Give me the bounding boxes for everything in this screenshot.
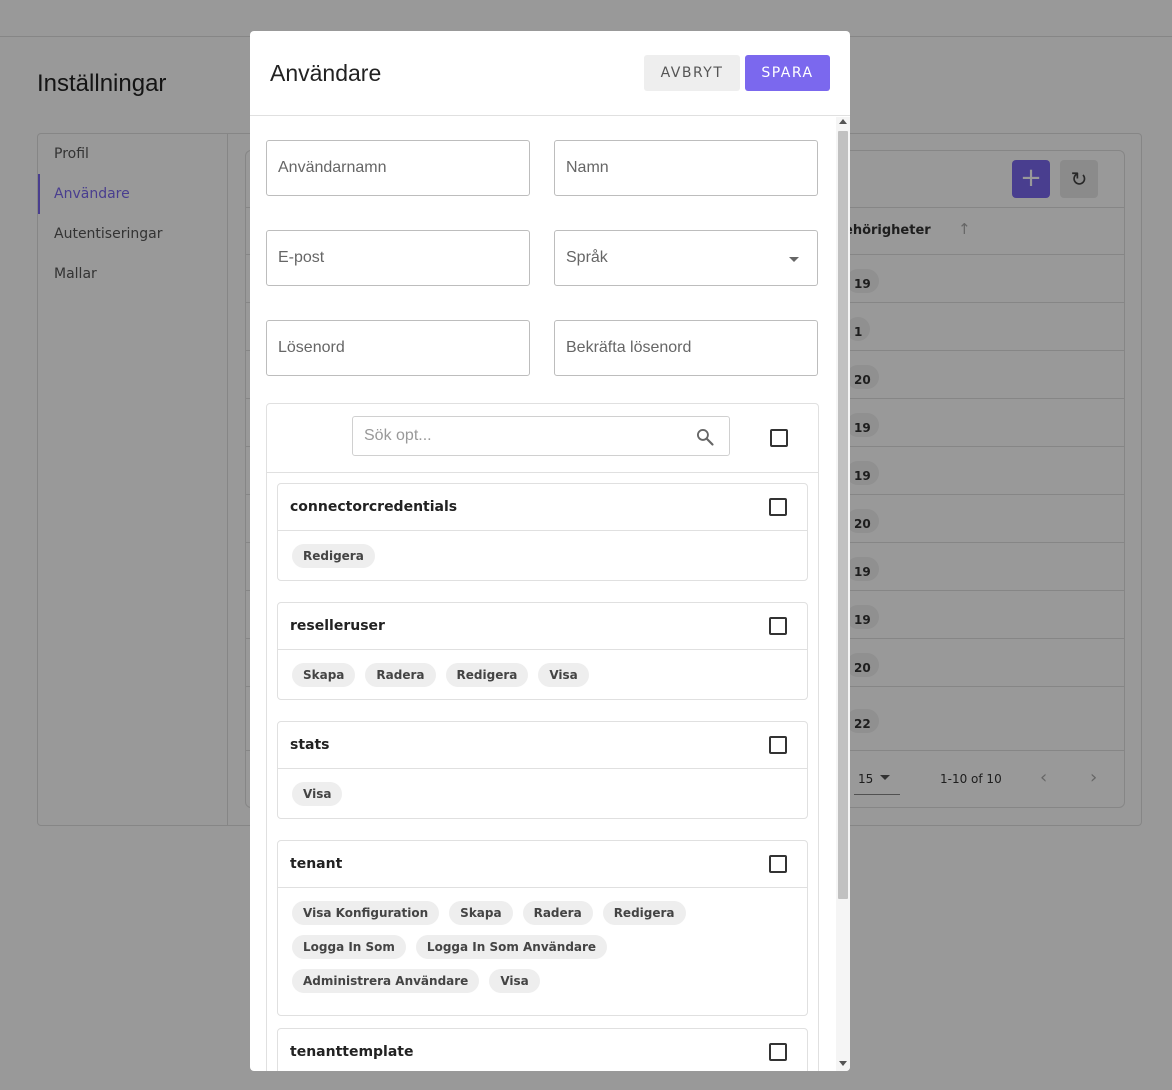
permission-group-name: tenant: [290, 856, 343, 872]
scroll-down-arrow-icon[interactable]: [839, 1061, 847, 1066]
permission-group: reselleruser Skapa Radera Redigera Visa: [277, 602, 808, 700]
language-placeholder: Språk: [566, 249, 608, 266]
user-dialog: Användare AVBRYT SPARA Användarnamn Namn…: [250, 31, 850, 1071]
permission-chip[interactable]: Logga In Som Användare: [415, 935, 608, 959]
permission-group-header: reselleruser: [278, 603, 807, 650]
dialog-scrollbar[interactable]: [836, 117, 850, 1071]
permission-chip[interactable]: Visa: [292, 782, 343, 806]
password-field[interactable]: Lösenord: [266, 320, 530, 376]
search-placeholder: Sök opt...: [364, 427, 432, 444]
dialog-body: Användarnamn Namn E-post Språk Lösenord …: [250, 117, 850, 1071]
permission-group-header: stats: [278, 722, 807, 769]
group-checkbox[interactable]: [769, 617, 787, 635]
search-icon: [695, 427, 715, 451]
permission-chip[interactable]: Visa: [538, 663, 589, 687]
permission-chip[interactable]: Visa Konfiguration: [292, 901, 440, 925]
permission-chips: Visa: [278, 769, 807, 818]
name-field[interactable]: Namn: [554, 140, 818, 196]
permission-group-name: stats: [290, 737, 330, 753]
group-checkbox[interactable]: [769, 736, 787, 754]
dialog-header: Användare AVBRYT SPARA: [250, 31, 850, 116]
permission-chip[interactable]: Logga In Som: [292, 935, 406, 959]
permission-group-name: tenanttemplate: [290, 1044, 414, 1060]
permission-chip[interactable]: Administrera Användare: [292, 969, 480, 993]
permission-group-header: tenanttemplate: [278, 1029, 807, 1071]
permission-chip[interactable]: Redigera: [445, 663, 529, 687]
username-placeholder: Användarnamn: [278, 159, 387, 176]
permissions-header: Sök opt...: [267, 404, 818, 473]
permission-group-name: reselleruser: [290, 618, 385, 634]
email-placeholder: E-post: [278, 249, 325, 266]
password-placeholder: Lösenord: [278, 339, 345, 356]
permissions-panel: Sök opt... connectorcredentials Redigera: [266, 403, 819, 1071]
permission-chips: Visa Konfiguration Skapa Radera Redigera…: [278, 888, 807, 1015]
confirm-password-field[interactable]: Bekräfta lösenord: [554, 320, 818, 376]
permission-chips: Redigera: [278, 531, 807, 580]
language-select[interactable]: Språk: [554, 230, 818, 286]
dialog-title: Användare: [270, 60, 382, 86]
permission-chip[interactable]: Skapa: [292, 663, 356, 687]
permission-group-header: tenant: [278, 841, 807, 888]
permission-chip[interactable]: Radera: [522, 901, 593, 925]
chevron-down-icon: [789, 257, 799, 262]
email-field[interactable]: E-post: [266, 230, 530, 286]
group-checkbox[interactable]: [769, 498, 787, 516]
group-checkbox[interactable]: [769, 855, 787, 873]
scrollbar-thumb[interactable]: [838, 131, 848, 899]
permission-group: connectorcredentials Redigera: [277, 483, 808, 581]
permission-chip[interactable]: Redigera: [292, 544, 375, 568]
permission-chip[interactable]: Radera: [365, 663, 436, 687]
permission-search-input[interactable]: Sök opt...: [352, 416, 730, 456]
permission-chip[interactable]: Redigera: [602, 901, 686, 925]
username-field[interactable]: Användarnamn: [266, 140, 530, 196]
permission-chip[interactable]: Skapa: [449, 901, 513, 925]
group-checkbox[interactable]: [769, 1043, 787, 1061]
permission-group: stats Visa: [277, 721, 808, 819]
confirm-password-placeholder: Bekräfta lösenord: [566, 339, 692, 356]
cancel-button[interactable]: AVBRYT: [644, 55, 740, 91]
permission-group-header: connectorcredentials: [278, 484, 807, 531]
permission-chips: Skapa Radera Redigera Visa: [278, 650, 807, 699]
scroll-up-arrow-icon[interactable]: [839, 119, 847, 124]
name-placeholder: Namn: [566, 159, 609, 176]
permission-group-name: connectorcredentials: [290, 499, 458, 515]
permission-group: tenanttemplate: [277, 1028, 808, 1071]
save-button[interactable]: SPARA: [745, 55, 830, 91]
permission-group: tenant Visa Konfiguration Skapa Radera R…: [277, 840, 808, 1016]
select-all-checkbox[interactable]: [770, 429, 788, 447]
permission-chip[interactable]: Visa: [489, 969, 540, 993]
